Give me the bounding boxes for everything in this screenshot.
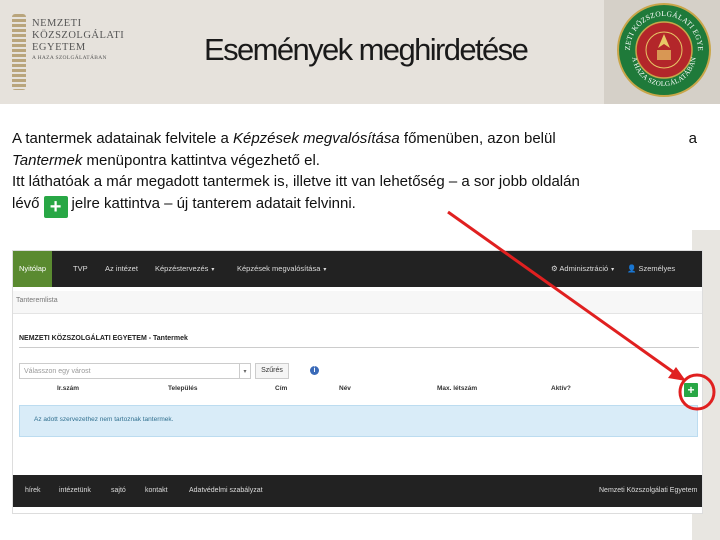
- column-header-nev[interactable]: Név: [339, 385, 351, 392]
- body-line-1-text: A tantermek adatainak felvitele a: [12, 130, 233, 147]
- nav-kepzesek-label: Képzések megvalósítása: [237, 264, 321, 273]
- column-header-irszam[interactable]: Ir.szám: [57, 385, 79, 392]
- user-icon: 👤: [627, 264, 637, 273]
- nav-admin-label: Adminisztráció: [559, 264, 609, 273]
- body-line-2-rest: menüpontra kattintva végezhető el.: [82, 151, 320, 169]
- column-header-aktiv[interactable]: Aktív?: [551, 385, 571, 392]
- chevron-down-icon: ▾: [611, 267, 615, 273]
- body-line-3: Itt láthatóak a már megadott tantermek i…: [12, 173, 580, 190]
- body-line-1: A tantermek adatainak felvitele a Képzés…: [12, 128, 697, 150]
- nav-tvp[interactable]: TVP: [73, 251, 88, 287]
- nav-kepzesek-megvalositasa[interactable]: Képzések megvalósítása ▾: [237, 251, 326, 287]
- city-select[interactable]: Válasszon egy várost ▾: [19, 363, 251, 379]
- logo-line-3: EGYETEM: [32, 42, 86, 53]
- seal-area: NEMZETI KÖZSZOLGÁLATI EGYETEM A HAZA SZO…: [604, 0, 720, 104]
- gear-icon: ⚙: [551, 264, 558, 273]
- chevron-down-icon: ▾: [211, 267, 215, 273]
- nav-nyitolap[interactable]: Nyitólap: [13, 251, 53, 287]
- footer-university-name: Nemzeti Közszolgálati Egyetem: [599, 487, 698, 494]
- footer-link-hirek[interactable]: hírek: [25, 475, 41, 507]
- footer-link-kontakt[interactable]: kontakt: [145, 475, 168, 507]
- nav-az-intezet[interactable]: Az intézet: [105, 251, 138, 287]
- body-line-1-end: a: [688, 130, 697, 147]
- footer-bar: hírek intézetünk sajtó kontakt Adatvédel…: [13, 475, 702, 507]
- info-icon[interactable]: i: [310, 366, 319, 375]
- university-seal-icon: NEMZETI KÖZSZOLGÁLATI EGYETEM A HAZA SZO…: [614, 0, 711, 97]
- column-header-max-letszam[interactable]: Max. létszám: [437, 385, 477, 392]
- chevron-down-icon: ▾: [239, 364, 250, 378]
- menu-name-tantermek: Tantermek: [12, 151, 83, 169]
- breadcrumb[interactable]: Tanteremlista: [16, 297, 58, 304]
- panel-divider: [19, 347, 699, 348]
- body-line-1-rest: főmenüben, azon belül: [399, 130, 556, 147]
- nav-szemelyes-oldalam[interactable]: 👤 Személyes oldalam: [627, 251, 702, 309]
- city-select-placeholder: Válasszon egy várost: [24, 368, 91, 375]
- nav-adminisztracio[interactable]: ⚙ Adminisztráció ▾: [551, 251, 614, 287]
- body-line-4: lévő + jelre kattintva – új tanterem adata…: [12, 193, 697, 218]
- logo-text: NEMZETI KÖZSZOLGÁLATI EGYETEM A HAZA SZO…: [32, 18, 142, 62]
- body-line-4-a: lévő: [12, 194, 40, 212]
- nav-kepzestervezes[interactable]: Képzéstervezés ▾: [155, 251, 214, 287]
- logo-line-1: NEMZETI: [32, 18, 82, 29]
- app-screenshot: Nyitólap TVP Az intézet Képzéstervezés ▾ …: [12, 250, 703, 514]
- info-alert: Az adott szervezethez nem tartoznak tant…: [19, 405, 698, 437]
- footer-link-intezetunk[interactable]: intézetünk: [59, 475, 91, 507]
- body-line-2: Tantermek menüpontra kattintva végezhető…: [12, 150, 697, 172]
- filter-button[interactable]: Szűrés: [255, 363, 289, 379]
- slide-header: NEMZETI KÖZSZOLGÁLATI EGYETEM A HAZA SZO…: [0, 0, 720, 104]
- body-line-4-b: jelre kattintva – új tanterem adatait fe…: [71, 194, 356, 212]
- logo-emblem-icon: [12, 14, 26, 90]
- slide-body: A tantermek adatainak felvitele a Képzés…: [12, 128, 697, 218]
- chevron-down-icon: ▾: [323, 267, 327, 273]
- breadcrumb-bar: Tanteremlista: [13, 291, 702, 314]
- top-navbar: Nyitólap TVP Az intézet Képzéstervezés ▾ …: [13, 251, 702, 309]
- menu-name-kepzesek: Képzések megvalósítása: [232, 130, 400, 147]
- panel-title: NEMZETI KÖZSZOLGÁLATI EGYETEM - Tanterme…: [19, 335, 188, 342]
- alert-message: Az adott szervezethez nem tartoznak tant…: [34, 416, 174, 423]
- table-header: Ir.szám Település Cím Név Max. létszám A…: [13, 383, 702, 397]
- column-header-cim[interactable]: Cím: [275, 385, 287, 392]
- nav-kepzestervezes-label: Képzéstervezés: [155, 264, 209, 273]
- footer-link-adatvedelem[interactable]: Adatvédelmi szabályzat: [189, 475, 263, 507]
- slide-title: Események meghirdetése: [204, 32, 529, 67]
- logo-line-2: KÖZSZOLGÁLATI: [32, 30, 125, 41]
- logo-tagline: A HAZA SZOLGÁLATÁBAN: [32, 55, 107, 61]
- column-header-telepules[interactable]: Település: [168, 385, 198, 392]
- plus-icon: +: [43, 195, 68, 218]
- footer-link-sajto[interactable]: sajtó: [111, 475, 126, 507]
- university-logo: NEMZETI KÖZSZOLGÁLATI EGYETEM A HAZA SZO…: [12, 14, 132, 90]
- add-classroom-button[interactable]: +: [684, 383, 698, 397]
